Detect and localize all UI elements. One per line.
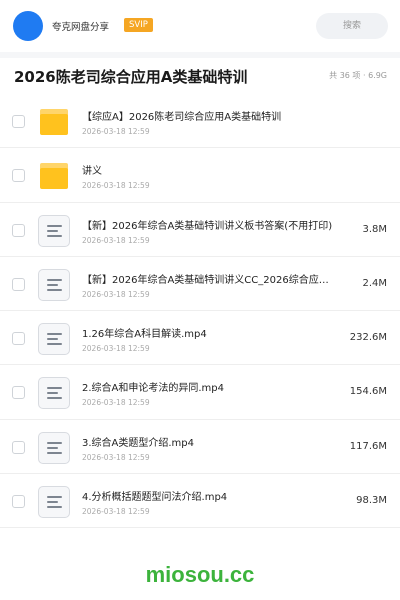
file-size: 98.3M (356, 495, 387, 507)
file-date: 2026-03-18 12:59 (82, 127, 150, 136)
file-date: 2026-03-18 12:59 (82, 181, 150, 191)
row-checkbox[interactable] (12, 495, 25, 509)
row-checkbox[interactable] (12, 223, 25, 237)
file-name: 【新】2026年综合A类基础特训讲义CC_2026综合应用A类 (82, 274, 337, 286)
document-icon (38, 431, 70, 464)
file-row[interactable]: 讲义 2026-03-18 12:59 (0, 148, 400, 203)
file-name: 2.综合A和申论考法的异同.mp4 (82, 383, 225, 395)
file-date: 2026-03-18 12:59 (82, 235, 150, 245)
file-row[interactable]: 1.26年综合A科目解读.mp4 2026-03-18 12:59 232.6M (0, 311, 400, 366)
row-checkbox[interactable] (12, 440, 25, 454)
document-icon (38, 377, 70, 410)
header: 夸克网盘分享 SVIP 搜索 (0, 0, 400, 52)
file-date: 2026-03-18 12:59 (82, 398, 150, 408)
folder-icon (38, 160, 70, 192)
search-button[interactable]: 搜索 (316, 13, 388, 39)
file-size: 154.6M (349, 386, 387, 398)
file-name: 【综应A】2026陈老司综合应用A类基础特训 (82, 112, 282, 123)
file-size: 232.6M (349, 332, 387, 344)
item-count: 共 36 项 · 6.9G (329, 71, 387, 80)
file-row[interactable]: 4.分析概括题题型问法介绍.mp4 2026-03-18 12:59 98.3M (0, 474, 400, 529)
file-row[interactable]: 【新】2026年综合A类基础特训讲义CC_2026综合应用A类 2026-03-1… (0, 257, 400, 312)
row-checkbox[interactable] (12, 332, 25, 346)
file-name: 【新】2026年综合A类基础特训讲义板书答案(不用打印) (82, 220, 333, 232)
row-checkbox[interactable] (12, 386, 25, 400)
file-size: 3.8M (362, 223, 387, 235)
folder-icon (38, 106, 70, 138)
file-size: 117.6M (349, 440, 387, 452)
file-row[interactable]: 3.综合A类题型介绍.mp4 2026-03-18 12:59 117.6M (0, 420, 400, 475)
file-name: 讲义 (82, 166, 102, 178)
file-row[interactable]: 【综应A】2026陈老司综合应用A类基础特训 2026-03-18 12:59 (0, 94, 400, 149)
row-checkbox[interactable] (12, 277, 25, 291)
avatar[interactable] (13, 11, 43, 41)
title-bar: 2026陈老司综合应用A类基础特训 共 36 项 · 6.9G (0, 58, 400, 94)
file-date: 2026-03-18 12:59 (82, 289, 150, 299)
document-icon (38, 323, 70, 356)
row-checkbox[interactable] (12, 115, 25, 128)
file-date: 2026-03-18 12:59 (82, 507, 150, 517)
file-name: 4.分析概括题题型问法介绍.mp4 (82, 492, 228, 504)
document-icon (38, 214, 70, 247)
app-name: 夸克网盘分享 (52, 22, 110, 33)
file-size: 2.4M (362, 277, 387, 289)
svip-badge: SVIP (124, 18, 153, 32)
row-checkbox[interactable] (12, 169, 25, 183)
page-title: 2026陈老司综合应用A类基础特训 (14, 68, 248, 86)
file-list: 【综应A】2026陈老司综合应用A类基础特训 2026-03-18 12:59 讲义… (0, 94, 400, 529)
file-date: 2026-03-18 12:59 (82, 344, 150, 354)
file-name: 3.综合A类题型介绍.mp4 (82, 437, 195, 449)
file-name: 1.26年综合A科目解读.mp4 (82, 329, 207, 341)
document-icon (38, 268, 70, 301)
document-icon (38, 486, 70, 519)
watermark: miosou.cc (145, 562, 255, 587)
file-row[interactable]: 【新】2026年综合A类基础特训讲义板书答案(不用打印) 2026-03-18 1… (0, 203, 400, 257)
file-row[interactable]: 2.综合A和申论考法的异同.mp4 2026-03-18 12:59 154.6M (0, 365, 400, 420)
file-date: 2026-03-18 12:59 (82, 452, 150, 462)
